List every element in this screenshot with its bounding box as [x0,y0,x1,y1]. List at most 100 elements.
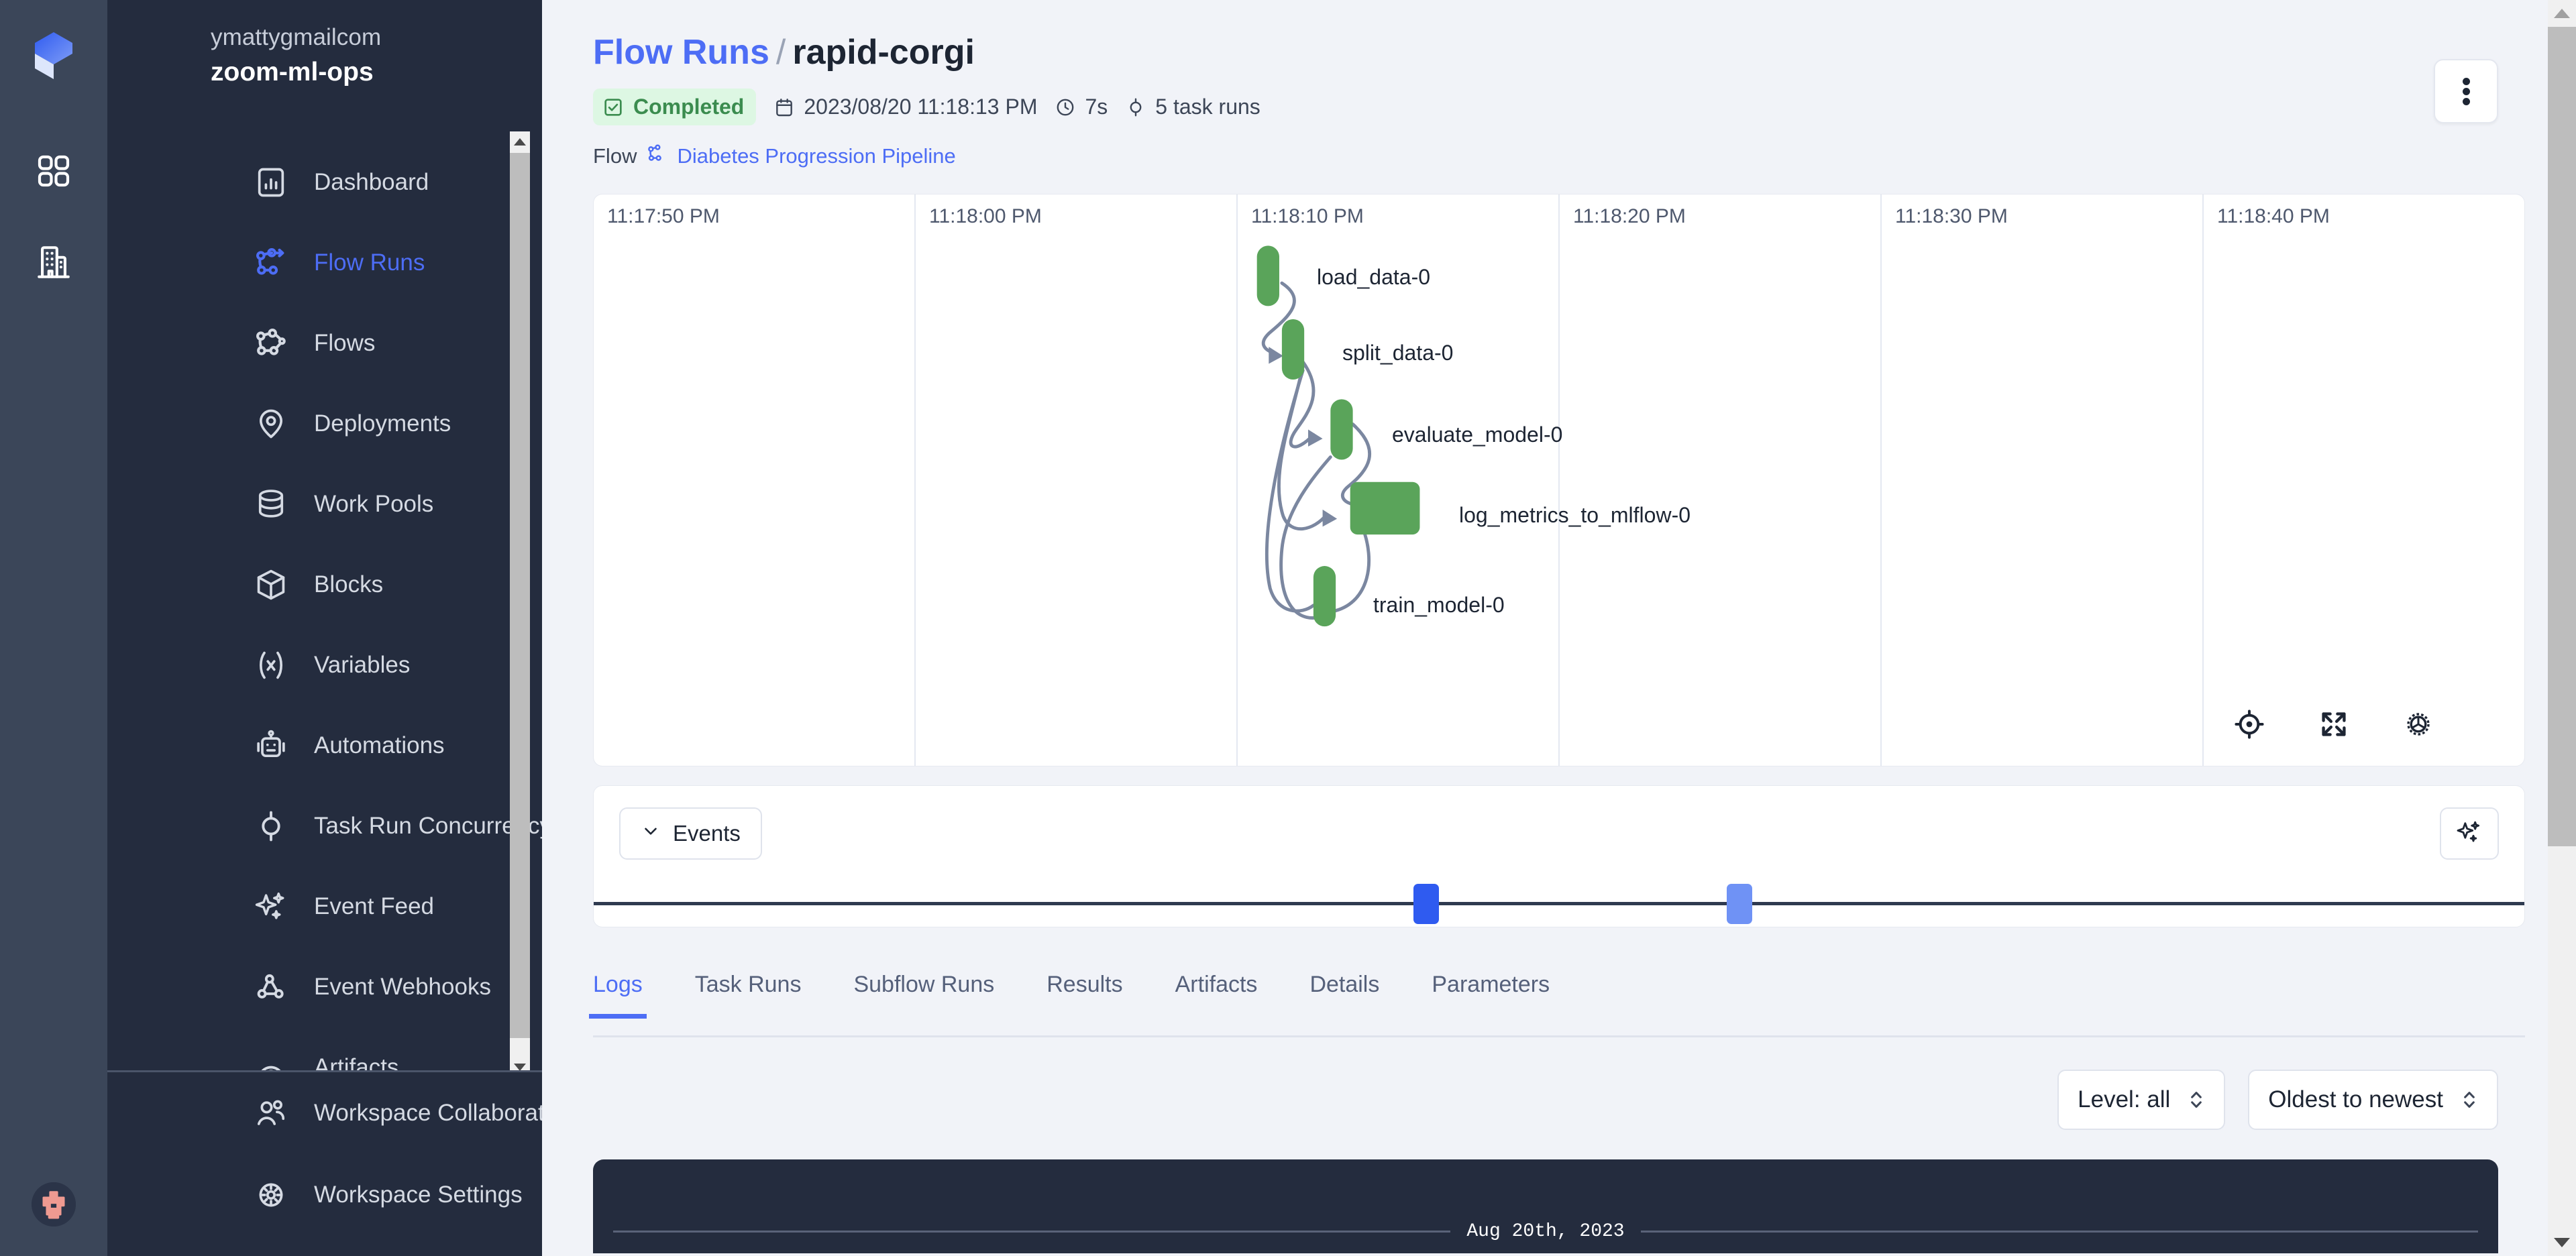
tab-parameters[interactable]: Parameters [1432,957,1550,1017]
workspace-header[interactable]: ymattygmailcom zoom-ml-ops [107,0,542,87]
sidebar-item-task-run-concurrency[interactable]: Task Run Concurrency [107,786,542,866]
tab-label: Parameters [1432,972,1550,997]
task-node-label[interactable]: train_model-0 [1373,593,1505,618]
breadcrumb-parent-link[interactable]: Flow Runs [593,33,769,72]
page-scroll-down-icon[interactable] [2548,1229,2576,1256]
building-icon[interactable] [32,240,76,284]
fullscreen-icon[interactable] [2316,707,2351,742]
slider-handle-right[interactable] [1727,884,1752,924]
sidebar-item-dashboard[interactable]: Dashboard [107,142,542,223]
sidebar-scrollbar-thumb[interactable] [510,153,530,1038]
timeline-graph[interactable]: 11:17:50 PM 11:18:00 PM 11:18:10 PM 11:1… [593,194,2525,766]
level-select[interactable]: Level: all [2057,1070,2226,1130]
logs-panel: Aug 20th, 2023 [593,1159,2498,1253]
sidebar: ymattygmailcom zoom-ml-ops Dashboard Flo… [107,0,577,1256]
concurrency-icon [252,807,290,845]
sidebar-item-workspace-collaborators[interactable]: Workspace Collaborators [107,1072,577,1154]
task-runs-chip: 5 task runs [1125,95,1260,119]
sidebar-item-label: Task Run Concurrency [314,813,542,839]
log-day-label: Aug 20th, 2023 [1466,1221,1625,1242]
tab-label: Logs [593,972,643,997]
kebab-menu-icon[interactable] [2434,59,2498,123]
tab-results[interactable]: Results [1046,957,1122,1017]
sidebar-item-flows[interactable]: Flows [107,303,542,384]
time-range-slider[interactable] [594,878,2524,928]
webhook-icon [252,968,290,1006]
duration-text: 7s [1085,95,1108,119]
tab-label: Results [1046,972,1123,997]
sidebar-item-event-webhooks[interactable]: Event Webhooks [107,947,542,1027]
sidebar-item-workspace-settings[interactable]: Workspace Settings [107,1154,542,1236]
sidebar-scroll-up-icon[interactable] [510,131,530,152]
tab-label: Task Runs [694,972,802,997]
sidebar-item-variables[interactable]: Variables [107,625,542,705]
sidebar-nav-scroll: Dashboard Flow Runs Flows Deployments Wo… [107,131,542,1077]
sidebar-item-label: Automations [314,732,445,758]
sidebar-item-automations[interactable]: Automations [107,705,542,786]
tab-logs[interactable]: Logs [589,957,647,1019]
sidebar-item-blocks[interactable]: Blocks [107,545,542,625]
settings-gear-icon[interactable] [2401,707,2436,742]
grid-icon[interactable] [32,149,76,193]
check-square-icon [604,98,622,116]
sort-select[interactable]: Oldest to newest [2248,1070,2498,1130]
flows-icon [252,325,290,362]
gear-icon [252,1176,290,1214]
map-pin-icon [252,405,290,443]
page-scrollbar[interactable] [2548,0,2576,1256]
events-toggle-button[interactable]: Events [619,807,762,860]
task-graph-nodes[interactable] [594,194,2524,755]
tab-details[interactable]: Details [1309,957,1379,1017]
events-button-label: Events [673,821,741,846]
robot-icon [252,727,290,764]
log-day-separator: Aug 20th, 2023 [613,1221,2478,1242]
page-header: Flow Runs / rapid-corgi Completed 2023/08/… [542,0,2576,170]
flow-label: Flow [593,144,637,168]
sidebar-item-event-feed[interactable]: Event Feed [107,866,542,947]
flows-icon [646,143,667,170]
prefect-logo[interactable] [28,30,79,80]
slider-handle-left[interactable] [1413,884,1439,924]
sidebar-item-artifacts[interactable]: Artifacts [107,1027,542,1077]
sparkles-icon [252,888,290,925]
tab-artifacts[interactable]: Artifacts [1175,957,1258,1017]
account-name: ymattygmailcom [211,24,382,50]
task-node-label[interactable]: split_data-0 [1342,341,1453,365]
task-node-label[interactable]: evaluate_model-0 [1392,422,1562,447]
task-runs-text: 5 task runs [1155,95,1260,119]
sidebar-item-label: Deployments [314,410,451,437]
divider [1640,1231,2478,1233]
task-node-label[interactable]: load_data-0 [1317,265,1430,290]
page-scroll-up-icon[interactable] [2548,0,2576,27]
sidebar-item-label: Dashboard [314,169,429,195]
flow-name-link[interactable]: Diabetes Progression Pipeline [677,144,955,168]
tab-subflow-runs[interactable]: Subflow Runs [853,957,994,1017]
sort-select-value: Oldest to newest [2268,1086,2443,1112]
avatar[interactable] [32,1182,76,1226]
sidebar-item-deployments[interactable]: Deployments [107,384,542,464]
sidebar-item-label: Flow Runs [314,249,425,276]
sidebar-item-flow-runs[interactable]: Flow Runs [107,223,542,303]
page-scrollbar-thumb[interactable] [2548,27,2576,846]
sidebar-item-label: Flows [314,330,376,356]
breadcrumb: Flow Runs / rapid-corgi [593,35,2576,70]
sidebar-item-label: Event Webhooks [314,974,491,1000]
target-center-icon[interactable] [2232,707,2267,742]
workspace-name: zoom-ml-ops [211,58,374,87]
chevron-down-icon [641,821,661,846]
main-content: Flow Runs / rapid-corgi Completed 2023/08/… [542,0,2576,1256]
sidebar-item-work-pools[interactable]: Work Pools [107,464,542,545]
chart-bar-icon [252,164,290,201]
app-root: ymattygmailcom zoom-ml-ops Dashboard Flo… [0,0,2576,1256]
tab-label: Subflow Runs [853,972,995,997]
tab-task-runs[interactable]: Task Runs [695,957,802,1017]
tab-bar: Logs Task Runs Subflow Runs Results Arti… [589,957,2525,1037]
sparkles-icon-button[interactable] [2440,807,2499,860]
clock-icon [1057,99,1074,115]
calendar-icon [776,98,793,116]
task-node-label[interactable]: log_metrics_to_mlflow-0 [1459,503,1690,528]
timestamp-chip: 2023/08/20 11:18:13 PM [773,95,1037,119]
database-icon [252,486,290,523]
sparkles-icon [2456,819,2483,849]
sidebar-item-label: Event Feed [314,893,434,919]
